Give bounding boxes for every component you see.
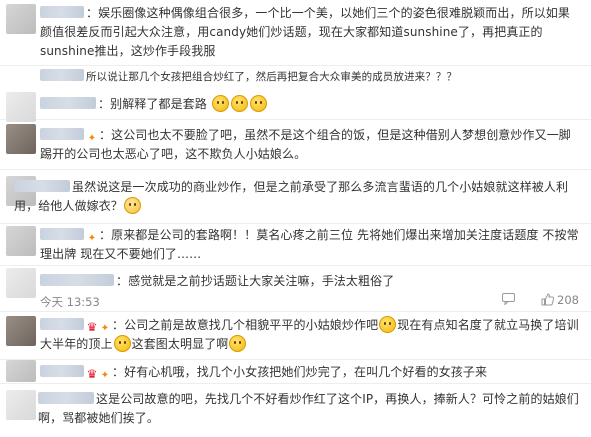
like-button[interactable]: 208 — [541, 293, 579, 307]
avatar[interactable] — [6, 360, 36, 382]
emoji-icon — [123, 197, 141, 214]
comment-item: ♛ ✦ ：公司之前是故意找几个相貌平平的小姑娘炒作吧 现在有点知名度了就立马换了培训大… — [0, 312, 591, 360]
comment-text: ：别解释了都是套路 — [40, 95, 579, 114]
comment-item: ：娱乐圈像这种偶像组合很多，一个比一个美，以她们三个的姿色很难脱颖而出，所以如果… — [0, 0, 591, 66]
comment-text: ✦ ：这公司也太不要脸了吧，虽然不是这个组合的饭，但是这种借别人梦想创意炒作又一脚… — [40, 128, 571, 161]
username-blurred[interactable] — [40, 128, 84, 140]
comment-item: 所以说让那几个女孩把组合炒红了，然后再把复合大众审美的成员放进来？？？ — [0, 66, 591, 90]
avatar[interactable] — [6, 92, 36, 122]
avatar[interactable] — [6, 268, 36, 298]
username-blurred[interactable] — [38, 392, 94, 404]
avatar[interactable] — [6, 4, 36, 34]
thumb-up-icon — [541, 293, 555, 306]
avatar[interactable] — [6, 390, 36, 420]
username-blurred[interactable] — [14, 180, 70, 192]
crown-icon: ♛ — [86, 320, 98, 334]
emoji-icon — [249, 95, 267, 112]
comment-item: ✦ ：这公司也太不要脸了吧，虽然不是这个组合的饭，但是这种借别人梦想创意炒作又一脚… — [0, 120, 591, 170]
avatar[interactable] — [6, 316, 36, 346]
crown-icon: ♛ — [86, 367, 98, 381]
comment-item: ♛ ✦ ：好有心机哦，找几个小女孩把她们炒完了，在叫几个好看的女孩子来 — [0, 360, 591, 384]
v-badge-icon: ✦ — [100, 370, 110, 381]
v-badge-icon: ✦ — [87, 133, 97, 144]
username-blurred[interactable] — [40, 97, 96, 109]
v-badge-icon: ✦ — [100, 323, 110, 334]
username-blurred[interactable] — [40, 69, 84, 81]
like-count: 208 — [557, 293, 579, 307]
comment-text: ✦ ：原来都是公司的套路啊！！莫名心疼之前三位 先将她们爆出来增加关注度话题度 不… — [40, 228, 579, 261]
username-blurred[interactable] — [40, 365, 84, 377]
comment-meta: 今天 13:53 208 — [40, 292, 579, 310]
comment-item: 虽然说这是一次成功的商业炒作，但是之前承受了那么多流言蜚语的几个小姑娘就这样被人… — [0, 170, 591, 224]
emoji-icon — [229, 335, 247, 352]
comment-text: 这是公司故意的吧，先找几个不好看炒作红了这个IP，再换人，捧新人？可怜之前的姑娘… — [38, 392, 579, 425]
comment-item: ✦ ：原来都是公司的套路啊！！莫名心疼之前三位 先将她们爆出来增加关注度话题度 不… — [0, 224, 591, 266]
comment-item: ：别解释了都是套路 — [0, 90, 591, 122]
comment-text: ♛ ✦ ：公司之前是故意找几个相貌平平的小姑娘炒作吧 现在有点知名度了就立马换了培训大… — [40, 316, 579, 352]
emoji-icon — [113, 335, 131, 352]
reply-icon[interactable] — [502, 293, 515, 305]
timestamp: 今天 13:53 — [40, 295, 100, 309]
username-blurred[interactable] — [40, 318, 84, 330]
emoji-icon — [211, 95, 229, 112]
avatar[interactable] — [6, 124, 36, 154]
comment-item: 这是公司故意的吧，先找几个不好看炒作红了这个IP，再换人，捧新人？可怜之前的姑娘… — [0, 384, 591, 437]
avatar[interactable] — [6, 226, 36, 256]
comment-text: ：感觉就是之前抄话题让大家关注嘛，手法太粗俗了 — [40, 272, 579, 291]
username-blurred[interactable] — [40, 228, 84, 240]
comment-text: ♛ ✦ ：好有心机哦，找几个小女孩把她们炒完了，在叫几个好看的女孩子来 — [40, 363, 579, 382]
comment-text: ：娱乐圈像这种偶像组合很多，一个比一个美，以她们三个的姿色很难脱颖而出，所以如果… — [40, 6, 571, 58]
emoji-icon — [230, 95, 248, 112]
username-blurred[interactable] — [40, 6, 84, 18]
username-blurred[interactable] — [40, 274, 114, 286]
comment-text: 所以说让那几个女孩把组合炒红了，然后再把复合大众审美的成员放进来？？？ — [40, 69, 579, 85]
v-badge-icon: ✦ — [87, 233, 97, 244]
comment-text: 虽然说这是一次成功的商业炒作，但是之前承受了那么多流言蜚语的几个小姑娘就这样被人… — [14, 180, 569, 214]
emoji-icon — [379, 316, 397, 333]
